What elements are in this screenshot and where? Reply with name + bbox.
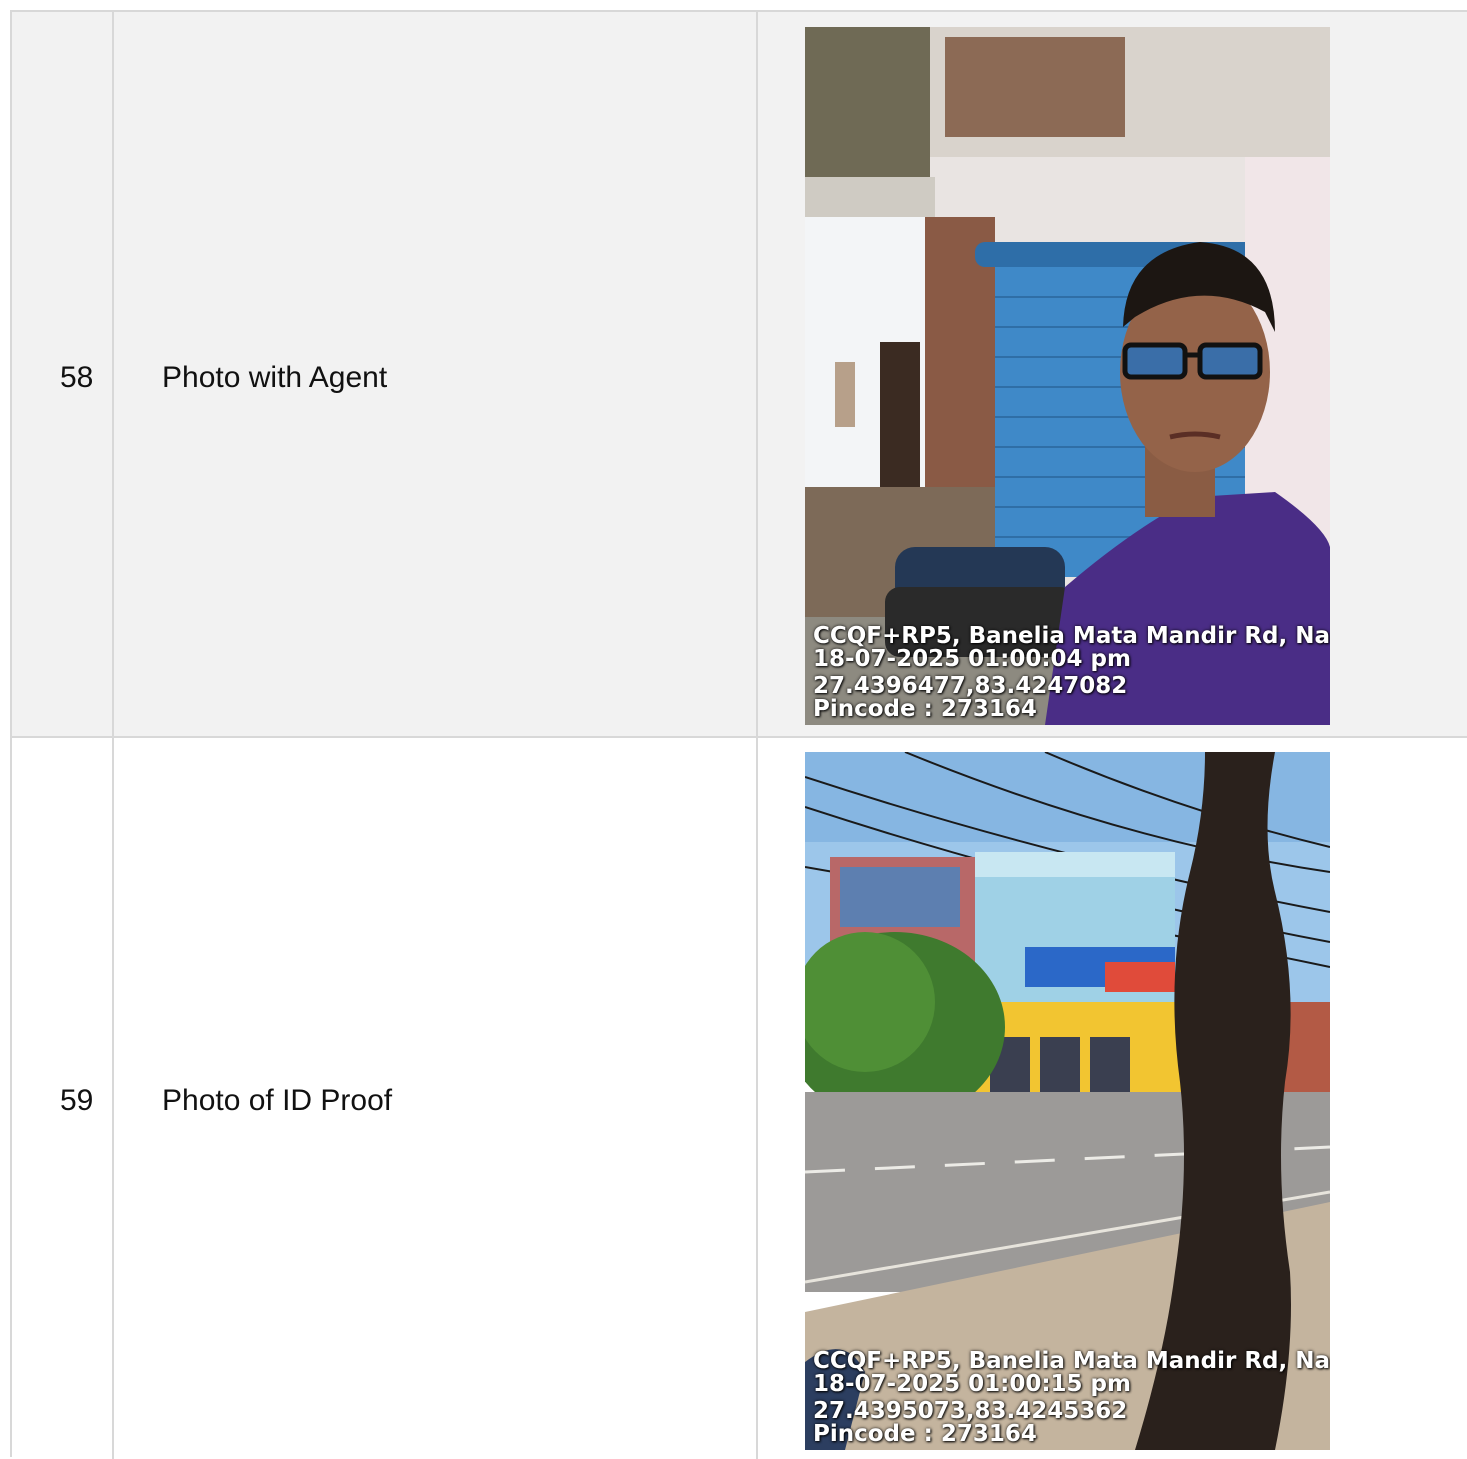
stamp-pincode: Pincode : 273164 (813, 1421, 1037, 1447)
row-number: 58 (60, 361, 94, 394)
row-number-cell: 58 (12, 12, 114, 736)
id-proof-photo-image (805, 752, 1330, 1450)
stamp-address: CCQF+RP5, Banelia Mata Mandir Rd, Nautan (813, 623, 1330, 649)
stamp-datetime: 18-07-2025 01:00:04 pm (813, 646, 1131, 672)
photo-geo-stamp: CCQF+RP5, Banelia Mata Mandir Rd, Nautan… (813, 625, 1330, 721)
agent-photo: CCQF+RP5, Banelia Mata Mandir Rd, Nautan… (805, 27, 1330, 725)
table-row: 58 Photo with Agent CCQF+RP5, Banelia Ma… (12, 12, 1467, 738)
row-number: 59 (60, 1084, 94, 1117)
stamp-pincode: Pincode : 273164 (813, 696, 1037, 722)
id-proof-photo: CCQF+RP5, Banelia Mata Mandir Rd, Nautan… (805, 752, 1330, 1450)
row-number-cell: 59 (12, 738, 114, 1459)
stamp-address: CCQF+RP5, Banelia Mata Mandir Rd, Nautan (813, 1348, 1330, 1374)
stamp-coordinates: 27.4395073,83.4245362 (813, 1398, 1128, 1424)
document-table: 58 Photo with Agent CCQF+RP5, Banelia Ma… (10, 10, 1467, 1459)
row-label-cell: Photo with Agent (114, 12, 758, 736)
row-label: Photo with Agent (162, 361, 388, 394)
row-label: Photo of ID Proof (162, 1084, 393, 1117)
photo-geo-stamp: CCQF+RP5, Banelia Mata Mandir Rd, Nautan… (813, 1350, 1330, 1446)
row-photo-cell: CCQF+RP5, Banelia Mata Mandir Rd, Nautan… (758, 738, 1467, 1459)
stamp-datetime: 18-07-2025 01:00:15 pm (813, 1371, 1131, 1397)
row-label-cell: Photo of ID Proof (114, 738, 758, 1459)
table-row: 59 Photo of ID Proof CCQF+RP5, Banelia M… (12, 738, 1467, 1459)
row-photo-cell: CCQF+RP5, Banelia Mata Mandir Rd, Nautan… (758, 12, 1467, 736)
agent-photo-image (805, 27, 1330, 725)
stamp-coordinates: 27.4396477,83.4247082 (813, 673, 1128, 699)
